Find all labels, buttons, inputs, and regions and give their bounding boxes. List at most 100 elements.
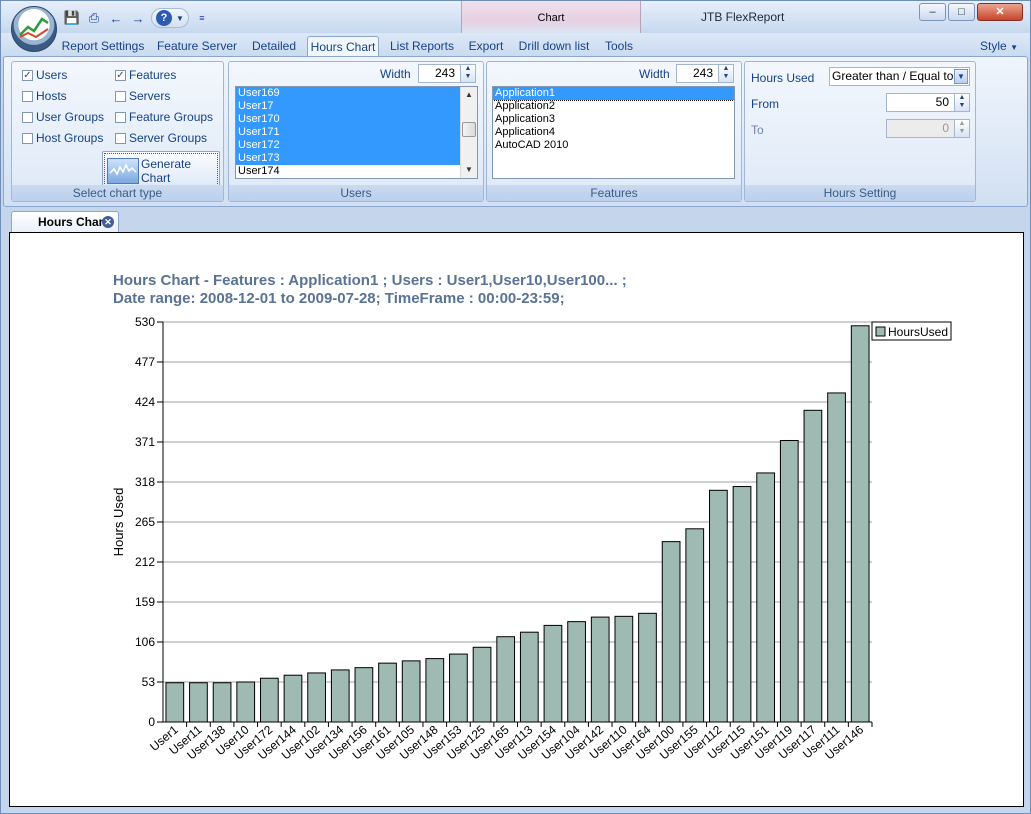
features-list-item[interactable]: AutoCAD 2010 bbox=[493, 139, 734, 152]
features-list-item[interactable]: Application3 bbox=[493, 113, 734, 126]
y-tick-label: 106 bbox=[135, 635, 155, 649]
bar bbox=[638, 612, 657, 723]
close-button[interactable]: ✕ bbox=[977, 3, 1023, 21]
users-list-item[interactable]: User170 bbox=[236, 113, 477, 126]
style-label: Style bbox=[980, 39, 1007, 53]
bar bbox=[827, 392, 846, 723]
checkbox-feature-groups[interactable]: Feature Groups bbox=[115, 110, 213, 124]
ribbon-panel: ✓ Users ✓ Features Hosts Servers User Grou… bbox=[3, 56, 1028, 207]
scroll-up-icon[interactable]: ▲ bbox=[461, 87, 477, 103]
users-list-item[interactable]: User169 bbox=[236, 87, 477, 100]
bar bbox=[354, 667, 374, 723]
bar bbox=[519, 631, 539, 723]
users-width-value: 243 bbox=[434, 66, 455, 80]
bar bbox=[732, 486, 752, 723]
users-width-label: Width bbox=[380, 67, 411, 81]
y-tick-label: 0 bbox=[148, 715, 155, 729]
hours-used-label: Hours Used bbox=[751, 71, 815, 85]
print-icon[interactable]: ⎙ bbox=[85, 9, 103, 27]
application-menu-button[interactable] bbox=[11, 6, 57, 52]
hours-used-select[interactable]: Greater than / Equal to ▼ bbox=[829, 67, 970, 86]
from-value: 50 bbox=[935, 95, 949, 109]
users-list-item[interactable]: User174 bbox=[236, 165, 477, 178]
style-menu[interactable]: Style ▼ bbox=[980, 39, 1018, 53]
help-icon: ? bbox=[156, 10, 172, 26]
window-controls: – □ ✕ bbox=[919, 3, 1023, 21]
spin-buttons-icon[interactable]: ▲ ▼ bbox=[460, 65, 475, 82]
chart-title: Hours Chart - Features : Application1 ; … bbox=[113, 272, 627, 289]
minimize-button[interactable]: – bbox=[919, 3, 946, 21]
forward-arrow-icon[interactable]: → bbox=[129, 9, 147, 27]
checkbox-servers[interactable]: Servers bbox=[115, 89, 170, 103]
bar bbox=[283, 674, 303, 723]
checkbox-label: Hosts bbox=[36, 89, 67, 103]
features-list-item[interactable]: Application1 bbox=[493, 87, 734, 101]
tab-detailed[interactable]: Detailed bbox=[247, 36, 301, 57]
tab-report-settings[interactable]: Report Settings bbox=[59, 36, 147, 57]
users-listbox[interactable]: User169 User17 User170 User171 User172 User17… bbox=[235, 86, 478, 179]
bar bbox=[567, 621, 586, 723]
bar bbox=[425, 658, 445, 723]
title-bar: 💾 ⎙ ← → ? ▼ ≡ Chart JTB FlexReport – □ ✕ bbox=[1, 1, 1030, 33]
users-list-item[interactable]: User172 bbox=[236, 139, 477, 152]
users-list-item[interactable]: User173 bbox=[236, 152, 477, 165]
checkbox-label: Features bbox=[129, 68, 177, 82]
scroll-thumb[interactable] bbox=[462, 122, 476, 137]
features-width-stepper[interactable]: 243 ▲ ▼ bbox=[676, 64, 734, 83]
features-list-item[interactable]: Application2 bbox=[493, 100, 734, 113]
bar bbox=[401, 660, 421, 723]
group-users: Width 243 ▲ ▼ User169 User17 User170 User171… bbox=[228, 61, 484, 202]
scroll-down-icon[interactable]: ▼ bbox=[461, 162, 477, 178]
to-value: 0 bbox=[942, 121, 949, 135]
y-tick-label: 477 bbox=[135, 355, 155, 369]
checkbox-host-groups[interactable]: Host Groups bbox=[22, 131, 103, 145]
bar bbox=[307, 672, 326, 723]
spin-buttons-icon[interactable]: ▲ ▼ bbox=[954, 94, 969, 111]
checkbox-unchecked-icon bbox=[115, 132, 126, 144]
bar bbox=[212, 682, 232, 723]
checkbox-server-groups[interactable]: Server Groups bbox=[115, 131, 207, 145]
tab-list-reports[interactable]: List Reports bbox=[385, 36, 459, 57]
back-arrow-icon[interactable]: ← bbox=[107, 9, 125, 27]
checkbox-features[interactable]: ✓ Features bbox=[115, 68, 176, 82]
tab-tools[interactable]: Tools bbox=[599, 36, 639, 57]
close-tab-icon[interactable]: ✕ bbox=[102, 216, 114, 228]
ribbon-tab-bar: Report Settings Feature Server Detailed … bbox=[1, 33, 1030, 57]
features-list-item[interactable]: Application4 bbox=[493, 126, 734, 139]
checkbox-checked-icon: ✓ bbox=[22, 69, 33, 81]
save-icon[interactable]: 💾 bbox=[63, 9, 81, 27]
bar bbox=[543, 624, 563, 723]
chevron-down-icon[interactable]: ▼ bbox=[954, 69, 968, 84]
users-list-item[interactable]: User171 bbox=[236, 126, 477, 139]
tab-drill-down-list[interactable]: Drill down list bbox=[513, 36, 595, 57]
from-stepper[interactable]: 50 ▲ ▼ bbox=[886, 93, 970, 112]
customize-toolbar-icon[interactable]: ≡ bbox=[193, 9, 211, 27]
features-listbox[interactable]: Application1 Application2 Application3 Appl… bbox=[492, 86, 735, 179]
maximize-button[interactable]: □ bbox=[948, 3, 975, 21]
chart-subtitle: Date range: 2008-12-01 to 2009-07-28; Ti… bbox=[113, 290, 565, 307]
checkbox-label: Servers bbox=[129, 89, 171, 103]
to-label: To bbox=[751, 123, 764, 137]
bar bbox=[709, 489, 728, 723]
tab-hours-chart[interactable]: Hours Chart bbox=[307, 36, 379, 57]
users-scrollbar[interactable]: ▲ ▼ bbox=[460, 87, 477, 178]
help-dropdown[interactable]: ? ▼ bbox=[151, 8, 189, 28]
tab-export[interactable]: Export bbox=[465, 36, 507, 57]
chart-pane: Hours Chart - Features : Application1 ; … bbox=[9, 232, 1024, 807]
users-width-stepper[interactable]: 243 ▲ ▼ bbox=[418, 64, 476, 83]
spin-buttons-icon[interactable]: ▲ ▼ bbox=[718, 65, 733, 82]
group-caption: Features bbox=[487, 185, 741, 201]
checkbox-hosts[interactable]: Hosts bbox=[22, 89, 67, 103]
bar bbox=[236, 681, 256, 723]
hours-chart: Hours Chart - Features : Application1 ; … bbox=[111, 272, 952, 762]
doc-tab-hours-chart[interactable]: Hours Chart ✕ bbox=[11, 211, 119, 232]
group-caption: Hours Setting bbox=[745, 185, 975, 201]
tab-feature-server[interactable]: Feature Server bbox=[153, 36, 241, 57]
group-features: Width 243 ▲ ▼ Application1 Application2 App… bbox=[486, 61, 742, 202]
features-list: Application1 Application2 Application3 Appl… bbox=[493, 87, 734, 152]
checkbox-user-groups[interactable]: User Groups bbox=[22, 110, 104, 124]
checkbox-users[interactable]: ✓ Users bbox=[22, 68, 67, 82]
bar bbox=[803, 409, 823, 723]
users-list-item[interactable]: User17 bbox=[236, 100, 477, 113]
chart-icon bbox=[107, 157, 139, 184]
